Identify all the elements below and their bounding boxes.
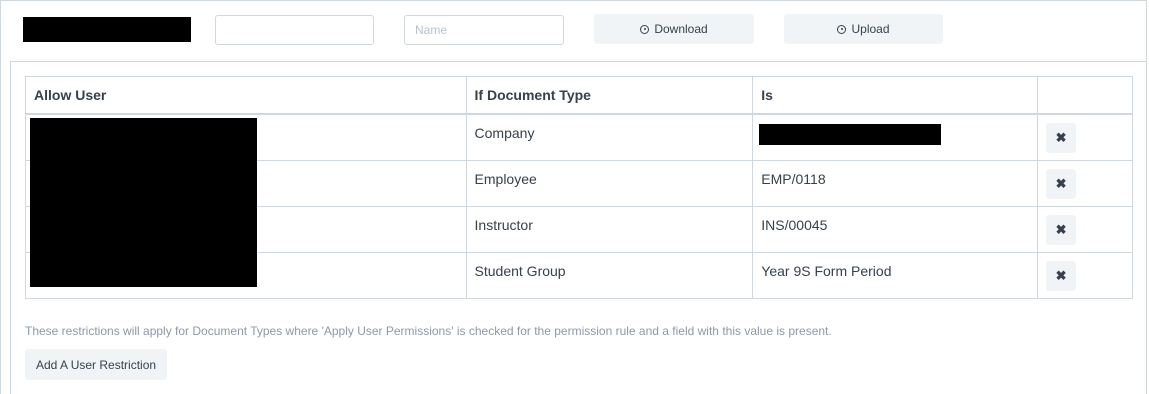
actions-cell: ✖ — [1037, 159, 1133, 207]
actions-cell: ✖ — [1037, 251, 1133, 299]
close-icon: ✖ — [1055, 175, 1067, 191]
doctype-cell[interactable]: Company — [465, 113, 754, 161]
upload-label: Upload — [851, 22, 890, 36]
header-is: Is — [752, 76, 1039, 115]
remove-row-button[interactable]: ✖ — [1046, 123, 1077, 153]
close-icon: ✖ — [1055, 267, 1067, 283]
download-icon — [640, 24, 650, 34]
doctype-cell[interactable]: Student Group — [465, 251, 754, 299]
value-cell[interactable]: Year 9S Form Period — [752, 251, 1039, 299]
header-doctype: If Document Type — [465, 76, 754, 115]
redacted-title — [23, 17, 191, 42]
value-cell[interactable]: EMP/0118 — [752, 159, 1039, 207]
close-icon: ✖ — [1055, 221, 1067, 237]
value-cell[interactable]: INS/00045 — [752, 205, 1039, 253]
actions-cell: ✖ — [1037, 113, 1133, 161]
header-actions — [1037, 76, 1133, 115]
remove-row-button[interactable]: ✖ — [1046, 168, 1077, 199]
download-label: Download — [654, 22, 708, 36]
value-cell[interactable] — [752, 113, 1039, 161]
actions-cell: ✖ — [1037, 205, 1133, 253]
doctype-cell[interactable]: Employee — [465, 159, 754, 207]
upload-button[interactable]: Upload — [784, 14, 943, 44]
filter-input[interactable] — [215, 15, 374, 45]
add-user-restriction-button[interactable]: Add A User Restriction — [25, 349, 168, 380]
redacted-value — [759, 124, 942, 145]
remove-row-button[interactable]: ✖ — [1046, 260, 1077, 291]
table-header-row: Allow User If Document Type Is — [25, 76, 1133, 115]
close-icon: ✖ — [1055, 130, 1067, 145]
header-allow-user: Allow User — [25, 76, 467, 115]
name-input[interactable] — [404, 15, 564, 45]
remove-row-button[interactable]: ✖ — [1046, 214, 1077, 245]
help-text: These restrictions will apply for Docume… — [25, 324, 832, 338]
doctype-cell[interactable]: Instructor — [465, 205, 754, 253]
upload-icon — [837, 24, 847, 34]
redacted-user — [30, 118, 257, 287]
download-button[interactable]: Download — [594, 14, 754, 44]
